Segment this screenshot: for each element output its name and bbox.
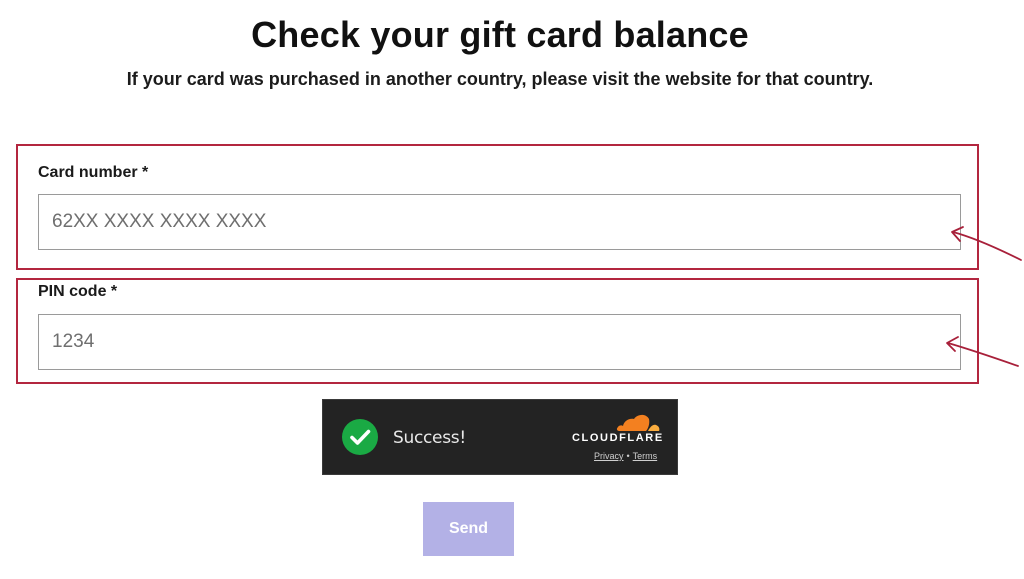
- cloudflare-captcha-widget: Success! CLOUDFLARE Privacy • Terms: [322, 399, 678, 475]
- pin-code-label: PIN code *: [38, 283, 118, 300]
- gift-card-balance-page: Check your gift card balance If your car…: [0, 0, 1024, 579]
- pin-code-input[interactable]: [38, 314, 961, 370]
- cloudflare-cloud-icon: [616, 414, 660, 431]
- captcha-links: Privacy • Terms: [594, 451, 657, 461]
- send-button[interactable]: Send: [423, 502, 514, 556]
- page-title: Check your gift card balance: [251, 14, 749, 55]
- privacy-link[interactable]: Privacy: [594, 451, 624, 461]
- check-icon: [342, 419, 378, 455]
- card-number-input[interactable]: [38, 194, 961, 250]
- page-subtitle: If your card was purchased in another co…: [126, 69, 874, 89]
- captcha-status-text: Success!: [393, 428, 466, 448]
- card-number-arrow-icon: [951, 226, 1022, 261]
- terms-link[interactable]: Terms: [633, 451, 658, 461]
- pin-code-arrow-icon: [946, 336, 1019, 367]
- links-separator: •: [626, 451, 630, 461]
- cloudflare-brand-text: CLOUDFLARE: [572, 432, 664, 444]
- card-number-label: Card number *: [38, 164, 149, 181]
